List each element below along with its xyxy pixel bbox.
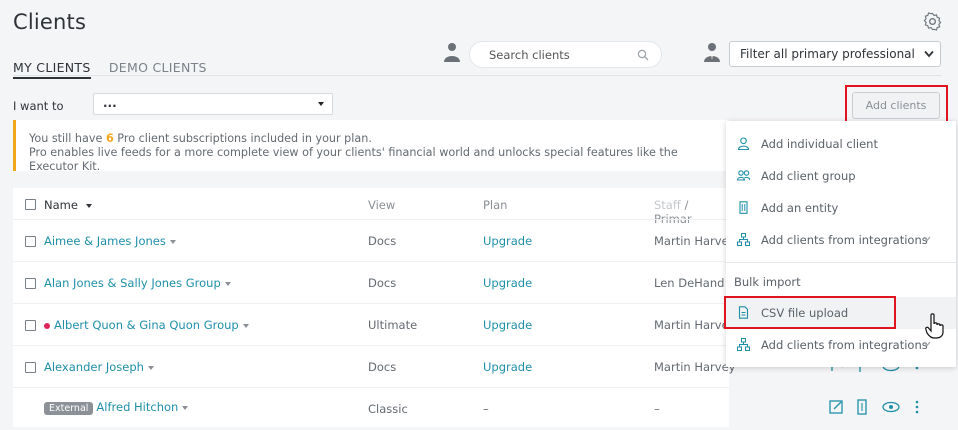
- search-icon[interactable]: [637, 49, 649, 61]
- dropdown-arrow-icon: [318, 102, 324, 106]
- primary-professional-filter[interactable]: Filter all primary professional: [729, 41, 941, 67]
- client-name[interactable]: Alan Jones & Sally Jones Group: [44, 276, 231, 290]
- client-staff: Martin Harve: [654, 234, 729, 248]
- plan-upgrade-link[interactable]: Upgrade: [483, 276, 532, 290]
- tabs-divider: [13, 75, 941, 76]
- i-want-to-label: I want to: [13, 99, 64, 113]
- tabs: MY CLIENTS DEMO CLIENTS: [13, 60, 221, 79]
- menu-item-add-client-group[interactable]: Add client group: [726, 160, 956, 192]
- client-name[interactable]: Albert Quon & Gina Quon Group: [44, 318, 249, 332]
- plan-upgrade-link[interactable]: Upgrade: [483, 318, 532, 332]
- building-icon: [739, 201, 748, 214]
- column-header-name[interactable]: Name: [44, 198, 92, 212]
- sort-caret-icon: [85, 203, 92, 208]
- menu-item-add-clients-from-integrations[interactable]: Add clients from integrations: [726, 224, 956, 256]
- chevron-down-icon: [924, 50, 934, 58]
- plan-upgrade-link[interactable]: Upgrade: [483, 360, 532, 374]
- menu-item-add-an-entity[interactable]: Add an entity: [726, 192, 956, 224]
- client-staff: Len DeHand: [654, 276, 725, 290]
- row-checkbox[interactable]: [25, 278, 36, 289]
- caret-down-icon[interactable]: [147, 365, 154, 370]
- caret-down-icon[interactable]: [224, 281, 231, 286]
- i-want-to-selected: ...: [103, 96, 117, 110]
- caret-down-icon[interactable]: [242, 323, 249, 328]
- row-checkbox[interactable]: [25, 236, 36, 247]
- column-header-view: View: [368, 198, 396, 212]
- client-view: Classic: [368, 402, 408, 416]
- search-input[interactable]: Search clients: [469, 41, 662, 68]
- menu-item-label: Add individual client: [761, 137, 878, 151]
- client-name[interactable]: Alexander Joseph: [44, 360, 154, 374]
- gear-icon[interactable]: [923, 12, 942, 31]
- menu-item-label: Add an entity: [761, 201, 839, 215]
- select-all-checkbox[interactable]: [25, 199, 36, 210]
- filter-selected: Filter all primary professional: [740, 47, 915, 61]
- professional-icon: [704, 43, 720, 62]
- caret-down-icon[interactable]: [182, 405, 189, 410]
- chevron-down-icon: [923, 341, 931, 347]
- table-row[interactable]: Albert Quon & Gina Quon Group Ultimate U…: [13, 303, 729, 346]
- client-staff: –: [654, 402, 660, 416]
- column-header-plan: Plan: [483, 198, 508, 212]
- menu-item-label: Add clients from integrations: [761, 233, 928, 247]
- client-view: Docs: [368, 360, 397, 374]
- banner-count: 6: [105, 132, 114, 145]
- page-title: Clients: [13, 10, 87, 34]
- banner-line-2: Pro enables live feeds for a more comple…: [29, 146, 678, 173]
- client-staff: Martin Harvey: [654, 360, 736, 374]
- add-clients-button[interactable]: Add clients: [852, 92, 940, 119]
- integration-icon: [737, 338, 750, 351]
- menu-item-bulk-add-clients-from-integrations[interactable]: Add clients from integrations: [726, 329, 956, 361]
- row-checkbox[interactable]: [25, 362, 36, 373]
- person-icon: [444, 43, 460, 62]
- alert-dot-icon: [44, 322, 50, 329]
- highlight-box-csv-upload: [724, 296, 896, 329]
- hand-cursor-icon: [925, 313, 944, 339]
- table-row[interactable]: Aimee & James Jones Docs Upgrade Martin …: [13, 219, 729, 262]
- client-name[interactable]: External Alfred Hitchon: [44, 400, 189, 415]
- client-staff: Martin Harve: [654, 318, 729, 332]
- row-action-icons[interactable]: [829, 399, 924, 415]
- menu-divider: [726, 262, 956, 263]
- menu-item-label: Add client group: [761, 169, 856, 183]
- group-icon: [737, 170, 750, 181]
- person-icon: [737, 137, 750, 150]
- clients-table: Name View Plan Staff / Primar Aimee & Ja…: [13, 188, 735, 430]
- client-plan: –: [483, 402, 489, 416]
- client-view: Docs: [368, 234, 397, 248]
- pro-subscription-banner: You still have 6 Pro client subscription…: [13, 120, 729, 173]
- i-want-to-select[interactable]: ...: [93, 93, 333, 115]
- plan-upgrade-link[interactable]: Upgrade: [483, 234, 532, 248]
- table-row[interactable]: Alan Jones & Sally Jones Group Docs Upgr…: [13, 261, 729, 304]
- client-view: Ultimate: [368, 318, 418, 332]
- table-row[interactable]: External Alfred Hitchon Classic – –: [13, 387, 729, 430]
- bulk-import-heading: Bulk import: [734, 275, 801, 289]
- menu-item-add-individual-client[interactable]: Add individual client: [726, 128, 956, 160]
- banner-line-1: You still have 6 Pro client subscription…: [29, 132, 372, 145]
- client-name[interactable]: Aimee & James Jones: [44, 234, 176, 248]
- external-badge: External: [44, 402, 94, 415]
- client-view: Docs: [368, 276, 397, 290]
- integration-icon: [737, 233, 750, 246]
- add-clients-menu: Add individual client Add client group A…: [726, 121, 956, 367]
- caret-down-icon[interactable]: [169, 239, 176, 244]
- menu-item-label: Add clients from integrations: [761, 338, 928, 352]
- tab-my-clients[interactable]: MY CLIENTS: [13, 60, 91, 79]
- table-row[interactable]: Alexander Joseph Docs Upgrade Martin Har…: [13, 345, 735, 388]
- chevron-down-icon: [923, 236, 931, 242]
- search-placeholder: Search clients: [489, 48, 570, 62]
- row-checkbox[interactable]: [25, 320, 36, 331]
